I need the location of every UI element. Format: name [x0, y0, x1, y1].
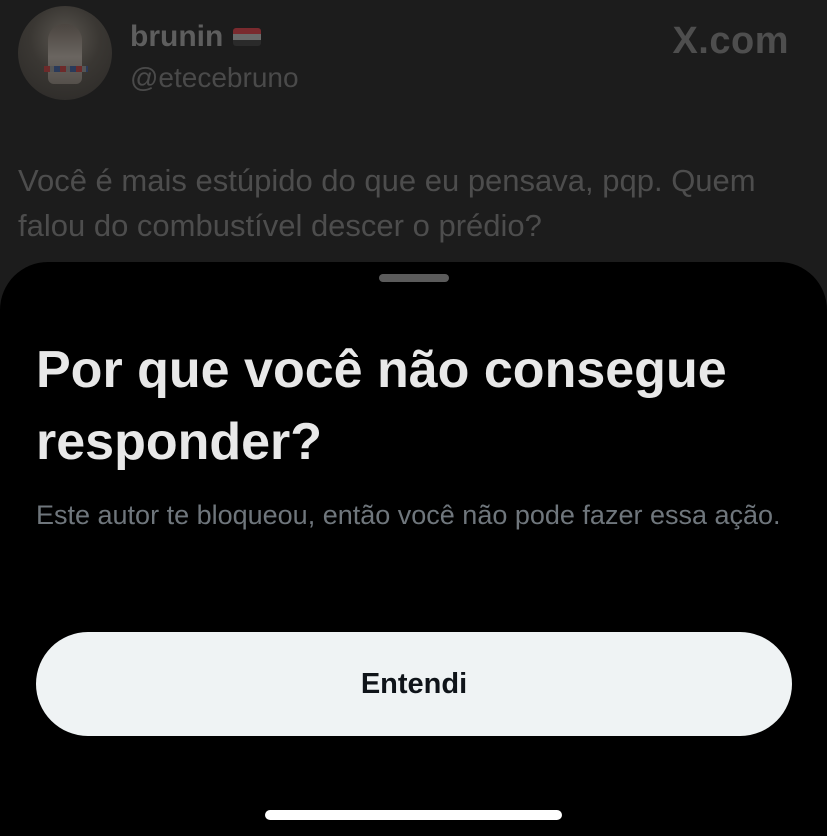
screen: brunin @etecebruno X.com Você é mais est…: [0, 0, 827, 836]
sheet-grabber-handle[interactable]: [379, 274, 449, 282]
avatar-stripe: [44, 66, 88, 72]
bottom-sheet: Por que você não consegue responder? Est…: [0, 262, 827, 836]
avatar-figure: [48, 24, 82, 84]
user-handle[interactable]: @etecebruno: [130, 62, 299, 94]
confirm-button[interactable]: Entendi: [36, 632, 792, 736]
sheet-title: Por que você não consegue responder?: [36, 341, 727, 471]
tweet-text: Você é mais estúpido do que eu pensava, …: [18, 163, 756, 243]
tweet-header: brunin @etecebruno X.com: [18, 6, 809, 106]
x-com-watermark: X.com: [672, 20, 789, 62]
avatar[interactable]: [18, 6, 112, 100]
sheet-description: Este autor te bloqueou, então você não p…: [36, 500, 781, 530]
display-name-text: brunin: [130, 20, 224, 53]
display-name[interactable]: brunin: [130, 20, 262, 54]
flag-icon: [233, 28, 262, 46]
home-indicator[interactable]: [265, 810, 562, 820]
